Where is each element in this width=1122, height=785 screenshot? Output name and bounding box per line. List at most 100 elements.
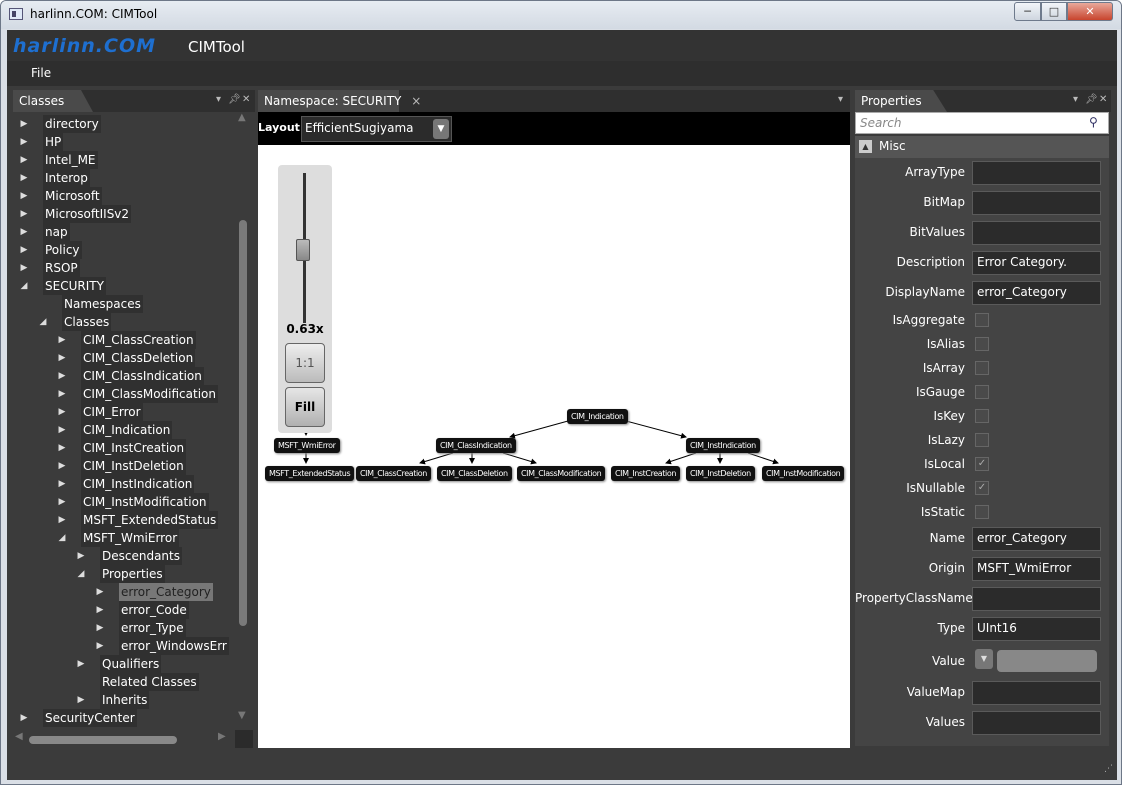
- pin-icon[interactable]: 📌︎: [228, 94, 241, 105]
- tree-item[interactable]: ▶ CIM_InstIndication: [13, 475, 235, 493]
- collapsed-arrow-icon[interactable]: ▶: [57, 331, 67, 349]
- collapsed-arrow-icon[interactable]: ▶: [19, 223, 29, 241]
- graph-node-cim-classdeletion[interactable]: CIM_ClassDeletion: [437, 466, 512, 481]
- expanded-arrow-icon[interactable]: ◢: [57, 529, 67, 547]
- tree-item[interactable]: ◢ Properties: [13, 565, 235, 583]
- class-tree[interactable]: ▶ directory ▶ HP ▶ Intel_ME ▶ Interop ▶ Microsoft…: [13, 112, 235, 728]
- tree-item[interactable]: ▶ MSFT_ExtendedStatus: [13, 511, 235, 529]
- expanded-arrow-icon[interactable]: ◢: [19, 277, 29, 295]
- close-tab-icon[interactable]: ×: [411, 94, 421, 108]
- tree-item[interactable]: ▶ RSOP: [13, 259, 235, 277]
- graph-node-cim-instdeletion[interactable]: CIM_InstDeletion: [686, 466, 755, 481]
- expanded-arrow-icon[interactable]: ◢: [76, 565, 86, 583]
- graph-node-msft-extendedstatus[interactable]: MSFT_ExtendedStatus: [265, 466, 355, 481]
- collapsed-arrow-icon[interactable]: ▶: [19, 187, 29, 205]
- property-value-field[interactable]: error_Category: [972, 281, 1101, 305]
- property-value-field[interactable]: UInt16: [972, 617, 1101, 641]
- collapsed-arrow-icon[interactable]: ▶: [95, 637, 105, 655]
- value-editor[interactable]: [997, 650, 1097, 672]
- dropdown-icon[interactable]: ▾: [216, 94, 221, 105]
- graph-node-cim-classmodification[interactable]: CIM_ClassModification: [517, 466, 606, 481]
- tab-classes[interactable]: Classes: [13, 90, 93, 112]
- checkbox[interactable]: [975, 385, 989, 399]
- tree-item[interactable]: ▶ Interop: [13, 169, 235, 187]
- close-button[interactable]: ✕: [1067, 2, 1113, 21]
- tree-item[interactable]: ▶ Microsoft: [13, 187, 235, 205]
- collapse-icon[interactable]: ▲: [859, 140, 872, 153]
- tab-namespace-security[interactable]: Namespace: SECURITY ×: [258, 90, 421, 112]
- collapsed-arrow-icon[interactable]: ▶: [19, 205, 29, 223]
- tree-item[interactable]: ▶ Inherits: [13, 691, 235, 709]
- tree-item[interactable]: Related Classes: [13, 673, 235, 691]
- tab-properties[interactable]: Properties: [855, 90, 947, 112]
- minimize-button[interactable]: ─: [1014, 2, 1041, 21]
- checkbox[interactable]: [975, 433, 989, 447]
- checkbox[interactable]: [975, 313, 989, 327]
- collapsed-arrow-icon[interactable]: ▶: [57, 421, 67, 439]
- tree-item[interactable]: ▶ Intel_ME: [13, 151, 235, 169]
- graph-node-cim-classcreation[interactable]: CIM_ClassCreation: [356, 466, 431, 481]
- chevron-down-icon[interactable]: ▼: [975, 649, 993, 669]
- collapsed-arrow-icon[interactable]: ▶: [57, 457, 67, 475]
- tree-item[interactable]: ◢ SECURITY: [13, 277, 235, 295]
- collapsed-arrow-icon[interactable]: ▶: [95, 619, 105, 637]
- collapsed-arrow-icon[interactable]: ▶: [19, 241, 29, 259]
- collapsed-arrow-icon[interactable]: ▶: [57, 349, 67, 367]
- tree-item[interactable]: ▶ Policy: [13, 241, 235, 259]
- property-value-field[interactable]: error_Category: [972, 527, 1101, 551]
- collapsed-arrow-icon[interactable]: ▶: [57, 403, 67, 421]
- graph-node-cim-classindication[interactable]: CIM_ClassIndication: [436, 438, 516, 453]
- collapsed-arrow-icon[interactable]: ▶: [57, 493, 67, 511]
- graph-node-cim-instindication[interactable]: CIM_InstIndication: [686, 438, 760, 453]
- collapsed-arrow-icon[interactable]: ▶: [19, 709, 29, 727]
- tree-item[interactable]: ▶ directory: [13, 115, 235, 133]
- collapsed-arrow-icon[interactable]: ▶: [57, 367, 67, 385]
- tree-item[interactable]: ▶ CIM_Error: [13, 403, 235, 421]
- hscroll-thumb[interactable]: [29, 736, 177, 744]
- tree-item[interactable]: Namespaces: [13, 295, 235, 313]
- collapsed-arrow-icon[interactable]: ▶: [57, 511, 67, 529]
- tree-horizontal-scrollbar[interactable]: ◀ ▶: [13, 730, 235, 748]
- scroll-down-icon[interactable]: ▼: [238, 710, 246, 721]
- graph-node-cim-indication[interactable]: CIM_Indication: [567, 409, 628, 424]
- property-value-field[interactable]: [972, 161, 1101, 185]
- collapsed-arrow-icon[interactable]: ▶: [57, 385, 67, 403]
- graph-node-msft-wmierror[interactable]: MSFT_WmiError: [274, 438, 340, 453]
- tree-item[interactable]: ▶ CIM_ClassIndication: [13, 367, 235, 385]
- checked-checkbox[interactable]: ✓: [975, 457, 989, 471]
- scroll-thumb[interactable]: [239, 220, 247, 626]
- scroll-up-icon[interactable]: ▲: [238, 112, 246, 123]
- tree-item[interactable]: ▶ CIM_InstCreation: [13, 439, 235, 457]
- tree-item[interactable]: ▶ error_WindowsErr: [13, 637, 235, 655]
- layout-select[interactable]: EfficientSugiyama ▼: [301, 116, 452, 142]
- collapsed-arrow-icon[interactable]: ▶: [19, 151, 29, 169]
- tree-item[interactable]: ▶ Qualifiers: [13, 655, 235, 673]
- collapsed-arrow-icon[interactable]: ▶: [57, 475, 67, 493]
- collapsed-arrow-icon[interactable]: ▶: [19, 259, 29, 277]
- tree-item[interactable]: ◢ MSFT_WmiError: [13, 529, 235, 547]
- graph-node-cim-instmodification[interactable]: CIM_InstModification: [762, 466, 845, 481]
- tree-item[interactable]: ▶ error_Code: [13, 601, 235, 619]
- checkbox[interactable]: [975, 409, 989, 423]
- tree-vertical-scrollbar[interactable]: ▲ ▼: [235, 112, 253, 728]
- search-icon[interactable]: ⚲: [1089, 115, 1098, 129]
- tree-item[interactable]: ▶ error_Type: [13, 619, 235, 637]
- tree-item[interactable]: ▶ CIM_ClassModification: [13, 385, 235, 403]
- resize-grip-icon[interactable]: ⋰: [1104, 764, 1113, 774]
- tree-item[interactable]: ▶ CIM_InstDeletion: [13, 457, 235, 475]
- checkbox[interactable]: [975, 505, 989, 519]
- property-value-field[interactable]: [972, 681, 1101, 705]
- title-bar[interactable]: harlinn.COM: CIMTool ─ □ ✕: [1, 1, 1121, 29]
- graph-canvas[interactable]: 0.63x 1:1 Fill MSFT_WmiError MSFT_Extend…: [258, 145, 850, 748]
- property-value-field[interactable]: [972, 221, 1101, 245]
- close-icon[interactable]: ✕: [1099, 94, 1107, 105]
- tree-item[interactable]: ▶ Descendants: [13, 547, 235, 565]
- tree-item[interactable]: ◢ Classes: [13, 313, 235, 331]
- menu-file[interactable]: File: [31, 66, 51, 80]
- expanded-arrow-icon[interactable]: ◢: [38, 313, 48, 331]
- property-value-field[interactable]: [972, 587, 1101, 611]
- collapsed-arrow-icon[interactable]: ▶: [76, 691, 86, 709]
- dropdown-icon[interactable]: ▾: [838, 94, 843, 105]
- collapsed-arrow-icon[interactable]: ▶: [76, 655, 86, 673]
- property-value-field[interactable]: MSFT_WmiError: [972, 557, 1101, 581]
